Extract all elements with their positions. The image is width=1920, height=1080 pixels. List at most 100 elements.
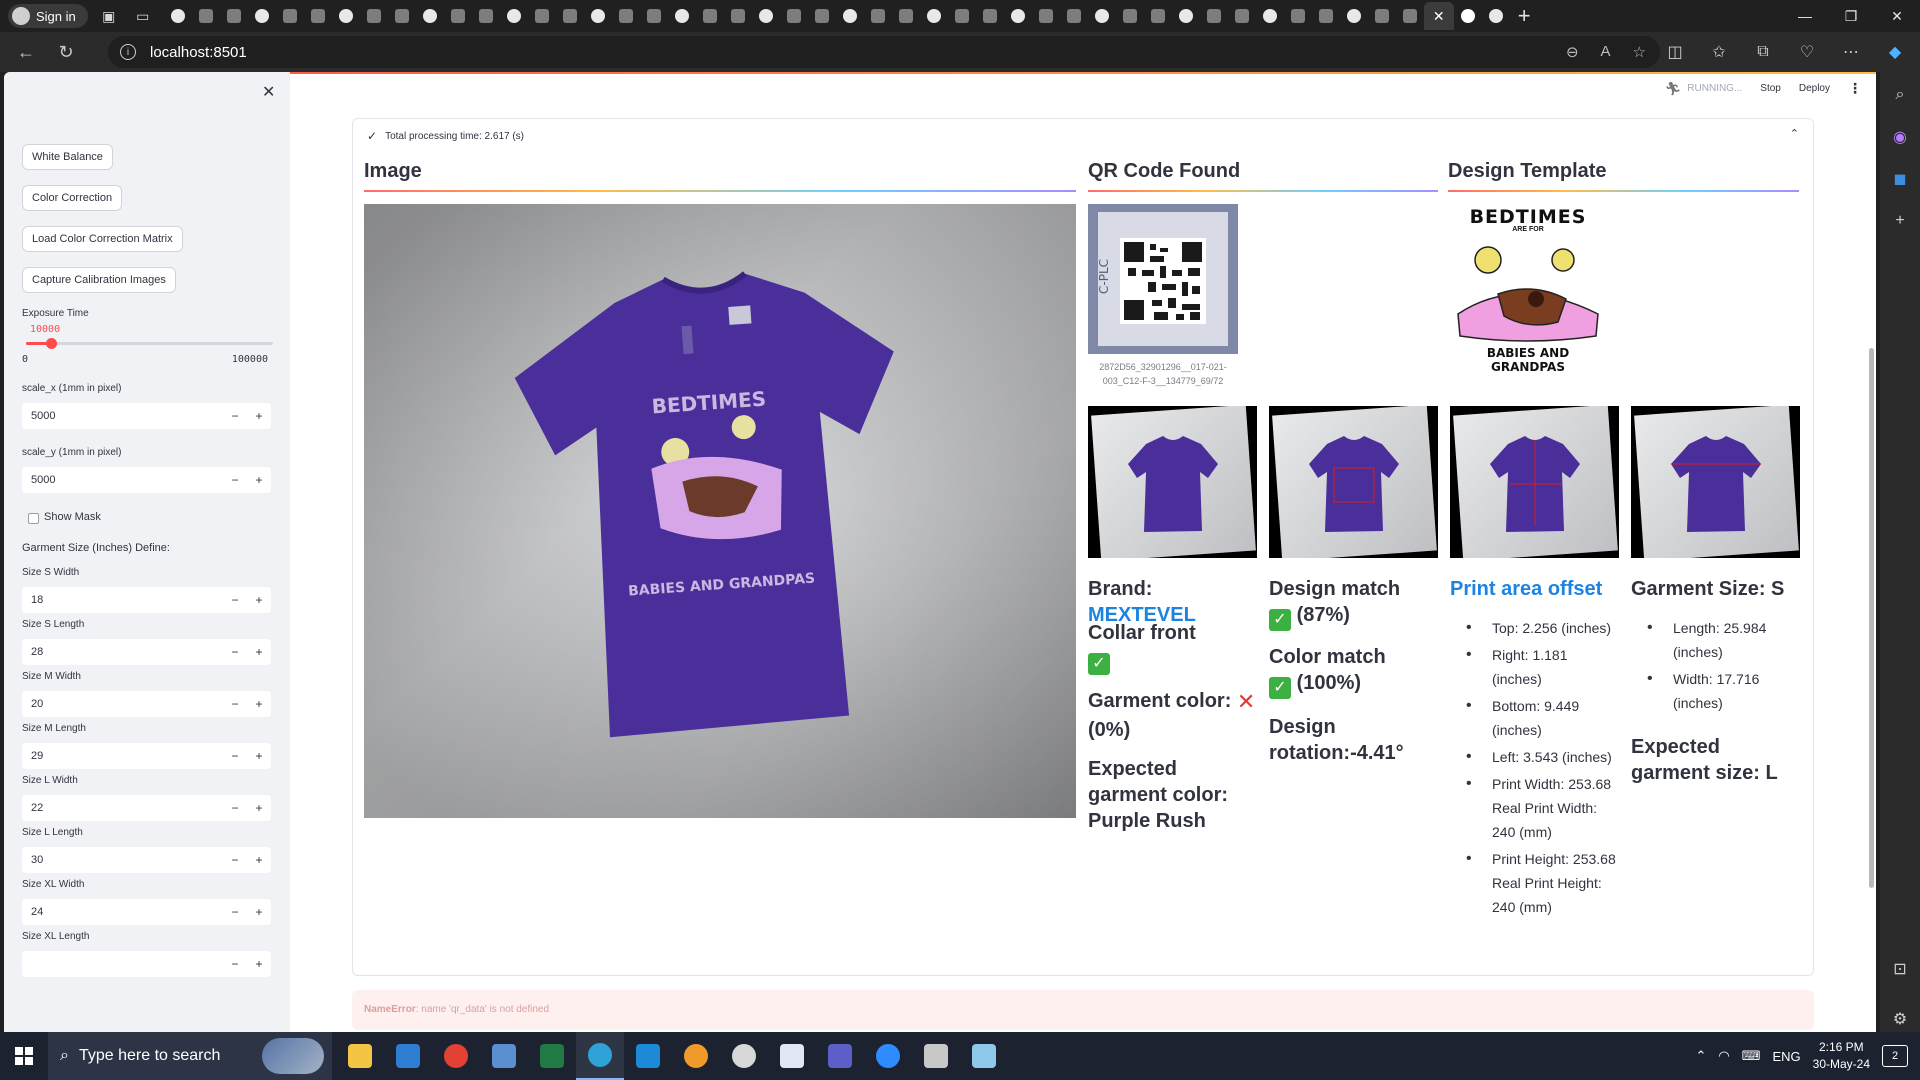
tab-favicon[interactable] bbox=[836, 2, 864, 30]
decrement-button[interactable]: − bbox=[223, 645, 247, 659]
address-bar[interactable]: i localhost:8501 ⊖ A ☆ bbox=[108, 36, 1660, 68]
decrement-button[interactable]: − bbox=[223, 853, 247, 867]
increment-button[interactable]: + bbox=[247, 409, 271, 423]
tab-chrome[interactable] bbox=[1482, 2, 1510, 30]
tab-actions-icon[interactable]: ▭ bbox=[130, 4, 156, 28]
exposure-slider-thumb[interactable] bbox=[46, 338, 57, 349]
tab-favicon[interactable] bbox=[500, 2, 528, 30]
tab-favicon[interactable] bbox=[1116, 2, 1144, 30]
increment-button[interactable]: + bbox=[247, 593, 271, 607]
decrement-button[interactable]: − bbox=[223, 697, 247, 711]
size-field-input[interactable]: 22 − + bbox=[22, 795, 271, 821]
tab-favicon[interactable] bbox=[612, 2, 640, 30]
tab-favicon[interactable] bbox=[1368, 2, 1396, 30]
decrement-button[interactable]: − bbox=[223, 801, 247, 815]
tab-favicon[interactable] bbox=[752, 2, 780, 30]
tray-chevron-icon[interactable]: ⌃ bbox=[1695, 1048, 1706, 1064]
tab-favicon[interactable] bbox=[1172, 2, 1200, 30]
tab-favicon[interactable] bbox=[304, 2, 332, 30]
tab-favicon[interactable] bbox=[332, 2, 360, 30]
decrement-button[interactable]: − bbox=[223, 473, 247, 487]
increment-button[interactable]: + bbox=[247, 645, 271, 659]
favorites-icon[interactable]: ✩ bbox=[1704, 36, 1734, 68]
tab-favicon[interactable] bbox=[640, 2, 668, 30]
tab-favicon[interactable] bbox=[584, 2, 612, 30]
new-tab-icon[interactable]: + bbox=[1518, 3, 1531, 29]
wifi-icon[interactable]: ◠ bbox=[1718, 1048, 1729, 1064]
more-menu-icon[interactable]: ⋯ bbox=[1836, 36, 1866, 68]
tab-favicon[interactable] bbox=[1312, 2, 1340, 30]
size-field-input[interactable]: 18 − + bbox=[22, 587, 271, 613]
teams-app[interactable] bbox=[816, 1032, 864, 1080]
tab-favicon[interactable] bbox=[1340, 2, 1368, 30]
workspaces-icon[interactable]: ▣ bbox=[96, 4, 122, 28]
tab-favicon[interactable] bbox=[360, 2, 388, 30]
screenshot-icon[interactable]: ⊡ bbox=[1887, 956, 1913, 982]
increment-button[interactable]: + bbox=[247, 853, 271, 867]
language-indicator[interactable]: ENG bbox=[1772, 1049, 1800, 1064]
tab-close-icon[interactable]: ✕ bbox=[1423, 2, 1454, 30]
scale-y-input[interactable]: 5000 − + bbox=[22, 467, 271, 493]
tab-favicon[interactable] bbox=[976, 2, 1004, 30]
taskbar-search[interactable]: ⌕ Type here to search bbox=[48, 1032, 332, 1080]
tab-favicon[interactable] bbox=[1256, 2, 1284, 30]
expander-header[interactable]: ✓ Total processing time: 2.617 (s) bbox=[367, 129, 524, 143]
size-field-input[interactable]: 29 − + bbox=[22, 743, 271, 769]
profile-signin-button[interactable]: Sign in bbox=[8, 4, 88, 28]
tab-favicon[interactable] bbox=[696, 2, 724, 30]
tab-favicon[interactable] bbox=[1228, 2, 1256, 30]
main-menu-icon[interactable]: ⋮ bbox=[1848, 80, 1862, 97]
zoom-app[interactable] bbox=[864, 1032, 912, 1080]
edge-app[interactable] bbox=[576, 1032, 624, 1080]
tab-favicon[interactable] bbox=[556, 2, 584, 30]
deploy-button[interactable]: Deploy bbox=[1799, 83, 1830, 94]
decrement-button[interactable]: − bbox=[223, 957, 247, 971]
tab-favicon[interactable] bbox=[1200, 2, 1228, 30]
store-app[interactable] bbox=[384, 1032, 432, 1080]
tab-favicon[interactable] bbox=[388, 2, 416, 30]
copilot-icon[interactable]: ◆ bbox=[1880, 36, 1910, 68]
increment-button[interactable]: + bbox=[247, 957, 271, 971]
tab-favicon[interactable] bbox=[416, 2, 444, 30]
tab-favicon[interactable] bbox=[444, 2, 472, 30]
collapse-chevron-icon[interactable]: ⌃ bbox=[1790, 127, 1799, 140]
load-ccm-button[interactable]: Load Color Correction Matrix bbox=[22, 226, 183, 252]
size-field-input[interactable]: 24 − + bbox=[22, 899, 271, 925]
decrement-button[interactable]: − bbox=[223, 593, 247, 607]
tab-favicon[interactable] bbox=[1004, 2, 1032, 30]
tab-favicon[interactable] bbox=[528, 2, 556, 30]
minimize-icon[interactable]: — bbox=[1782, 0, 1828, 32]
zoom-icon[interactable]: ⊖ bbox=[1566, 43, 1579, 61]
decrement-button[interactable]: − bbox=[223, 409, 247, 423]
chart-app[interactable] bbox=[768, 1032, 816, 1080]
size-field-input[interactable]: − + bbox=[22, 951, 271, 977]
file-explorer-app[interactable] bbox=[336, 1032, 384, 1080]
sketch-app[interactable] bbox=[912, 1032, 960, 1080]
size-field-input[interactable]: 20 − + bbox=[22, 691, 271, 717]
tab-favicon[interactable] bbox=[164, 2, 192, 30]
vscode-app[interactable] bbox=[624, 1032, 672, 1080]
tab-favicon[interactable] bbox=[1060, 2, 1088, 30]
favorite-star-icon[interactable]: ☆ bbox=[1633, 43, 1646, 61]
increment-button[interactable]: + bbox=[247, 749, 271, 763]
tab-favicon[interactable] bbox=[948, 2, 976, 30]
size-field-input[interactable]: 30 − + bbox=[22, 847, 271, 873]
outlook-icon[interactable]: ◼ bbox=[1887, 166, 1913, 192]
refresh-icon[interactable]: ↻ bbox=[50, 36, 82, 68]
tab-favicon[interactable] bbox=[780, 2, 808, 30]
restore-icon[interactable]: ❐ bbox=[1828, 0, 1874, 32]
tab-favicon[interactable] bbox=[1088, 2, 1116, 30]
stop-button[interactable]: Stop bbox=[1760, 83, 1781, 94]
extensions-icon[interactable]: ♡ bbox=[1792, 36, 1822, 68]
close-sidebar-icon[interactable]: ✕ bbox=[262, 82, 275, 102]
tab-streamlit[interactable] bbox=[1454, 2, 1482, 30]
start-button[interactable] bbox=[0, 1032, 48, 1080]
tab-favicon[interactable] bbox=[1396, 2, 1424, 30]
tab-favicon[interactable] bbox=[220, 2, 248, 30]
chrome-app[interactable] bbox=[432, 1032, 480, 1080]
collections-icon[interactable]: ⧉ bbox=[1748, 36, 1778, 68]
show-mask-checkbox[interactable] bbox=[28, 513, 39, 524]
increment-button[interactable]: + bbox=[247, 905, 271, 919]
decrement-button[interactable]: − bbox=[223, 905, 247, 919]
tab-favicon[interactable] bbox=[920, 2, 948, 30]
